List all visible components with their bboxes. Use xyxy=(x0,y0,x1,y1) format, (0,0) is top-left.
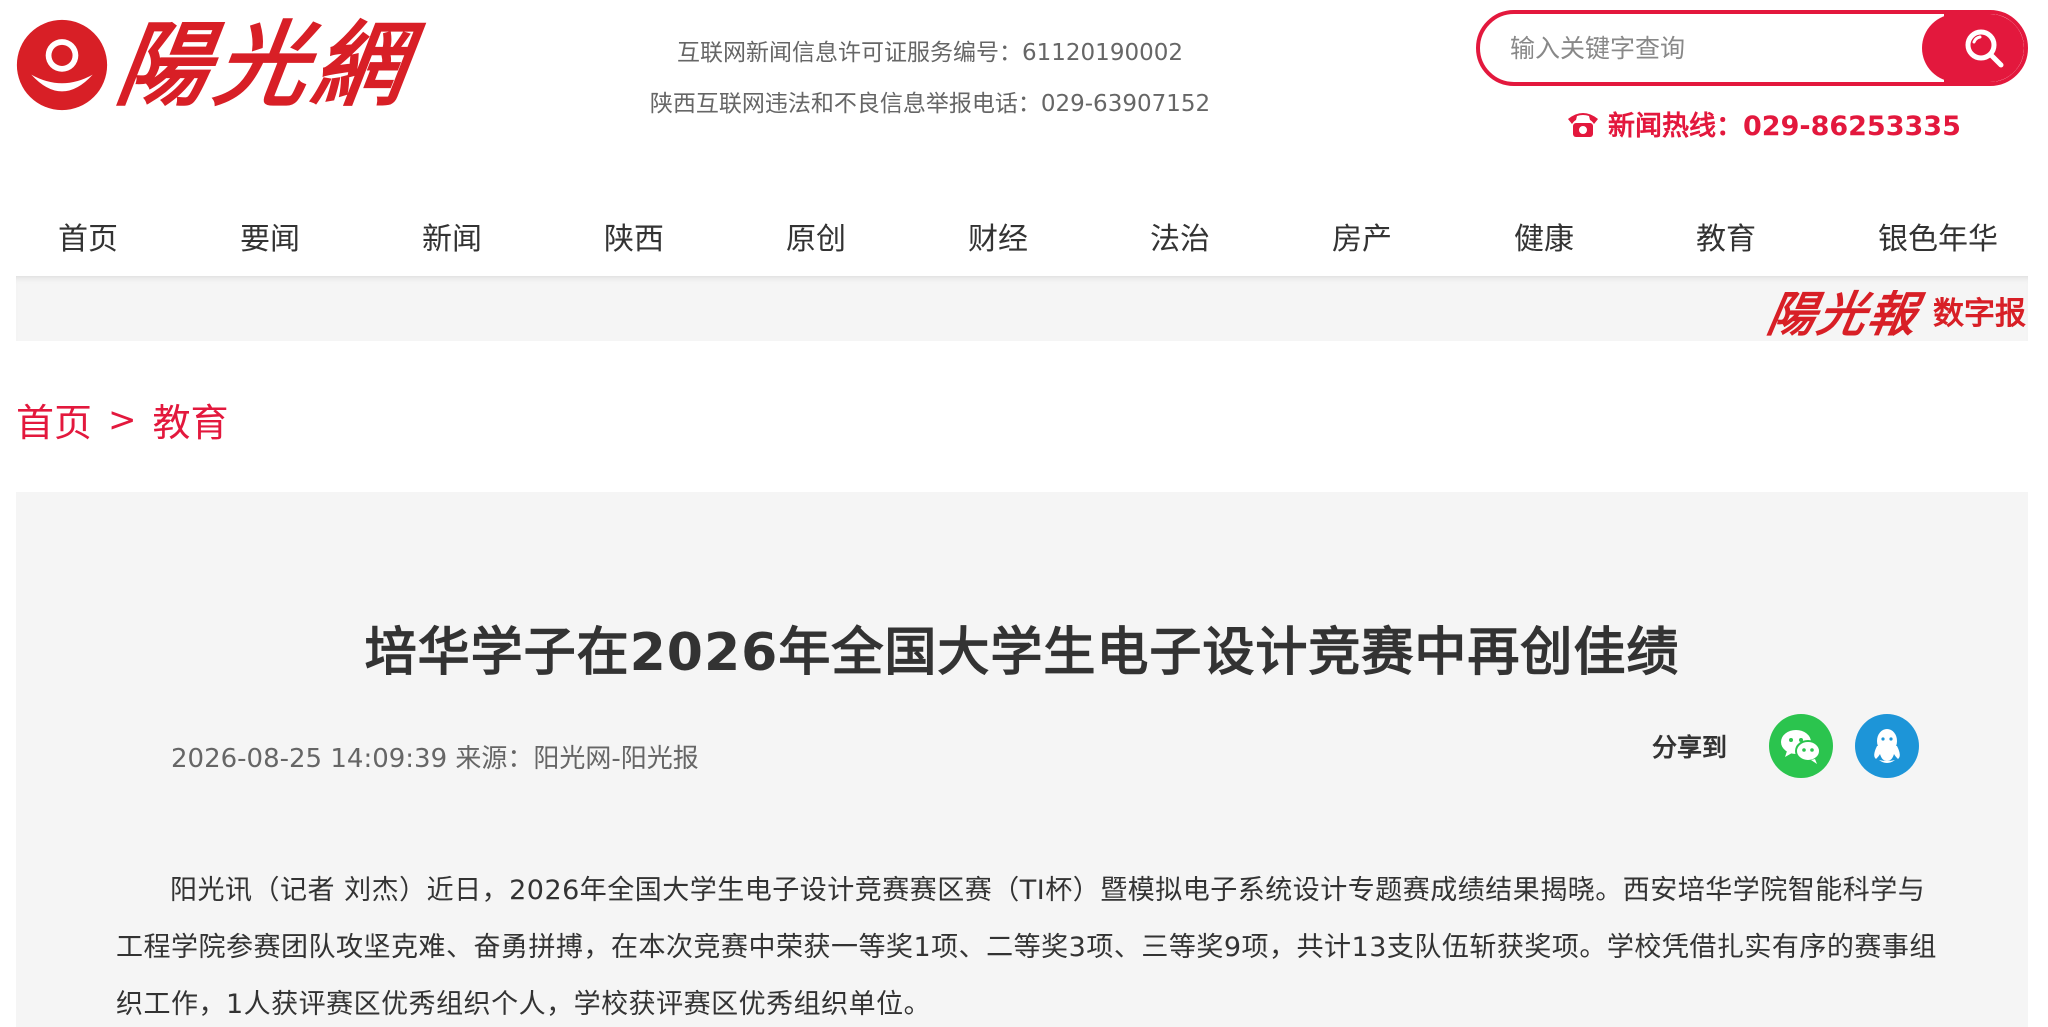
license-info: 互联网新闻信息许可证服务编号：61120190002 陕西互联网违法和不良信息举… xyxy=(600,28,1260,130)
main-nav: 首页 要闻 新闻 陕西 原创 财经 法治 房产 健康 教育 银色年华 xyxy=(0,196,2048,276)
sun-emblem-icon xyxy=(16,19,108,111)
share-qq-button[interactable] xyxy=(1855,714,1920,778)
news-hotline: 新闻热线：029-86253335 xyxy=(1566,104,1961,143)
wechat-icon xyxy=(1781,730,1822,764)
search-input[interactable] xyxy=(1480,14,1944,82)
article-meta: 2026-08-25 14:09:39 来源：阳光网-阳光报 xyxy=(171,744,699,774)
epaper-logo: 陽光報 xyxy=(1763,287,1924,343)
search-icon xyxy=(1965,29,2004,68)
banner-strip: 陽光報 数字报 xyxy=(16,276,2028,343)
breadcrumb: 首页 > 教育 xyxy=(16,392,229,447)
license-number: 互联网新闻信息许可证服务编号：61120190002 xyxy=(677,40,1183,66)
nav-item-realestate[interactable]: 房产 xyxy=(1322,208,1402,264)
breadcrumb-home[interactable]: 首页 xyxy=(16,392,92,447)
breadcrumb-current[interactable]: 教育 xyxy=(153,392,229,447)
epaper-link[interactable]: 陽光報 数字报 xyxy=(1763,280,2026,343)
breadcrumb-separator: > xyxy=(108,399,137,440)
nav-item-law[interactable]: 法治 xyxy=(1140,208,1220,264)
site-logo[interactable]: 陽光網 xyxy=(14,10,420,120)
search-button[interactable] xyxy=(1922,14,2024,82)
nav-item-finance[interactable]: 财经 xyxy=(958,208,1038,264)
report-phone: 陕西互联网违法和不良信息举报电话：029-63907152 xyxy=(649,91,1211,117)
nav-item-news[interactable]: 新闻 xyxy=(412,208,492,264)
search-box xyxy=(1476,10,2028,86)
qq-icon xyxy=(1874,729,1900,763)
nav-item-education[interactable]: 教育 xyxy=(1686,208,1766,264)
share-label: 分享到 xyxy=(1652,733,1728,762)
article-body: 阳光讯（记者 刘杰）近日，2026年全国大学生电子设计竞赛赛区赛（TI杯）暨模拟… xyxy=(116,875,1937,1020)
article-container: 培华学子在2026年全国大学生电子设计竞赛中再创佳绩 2026-08-25 14… xyxy=(16,492,2028,1027)
epaper-label: 数字报 xyxy=(1933,295,2026,332)
nav-item-shaanxi[interactable]: 陕西 xyxy=(594,208,674,264)
phone-icon xyxy=(1568,112,1598,137)
nav-item-health[interactable]: 健康 xyxy=(1504,208,1584,264)
nav-item-silver-years[interactable]: 银色年华 xyxy=(1868,208,2008,264)
nav-item-headlines[interactable]: 要闻 xyxy=(230,208,310,264)
share-wechat-button[interactable] xyxy=(1769,714,1834,778)
article-title: 培华学子在2026年全国大学生电子设计竞赛中再创佳绩 xyxy=(364,623,1680,683)
share-bar: 分享到 xyxy=(1652,714,1941,778)
site-logo-text: 陽光網 xyxy=(110,11,420,119)
nav-item-home[interactable]: 首页 xyxy=(48,208,128,264)
hotline-text: 新闻热线：029-86253335 xyxy=(1608,111,1961,142)
nav-item-original[interactable]: 原创 xyxy=(776,208,856,264)
